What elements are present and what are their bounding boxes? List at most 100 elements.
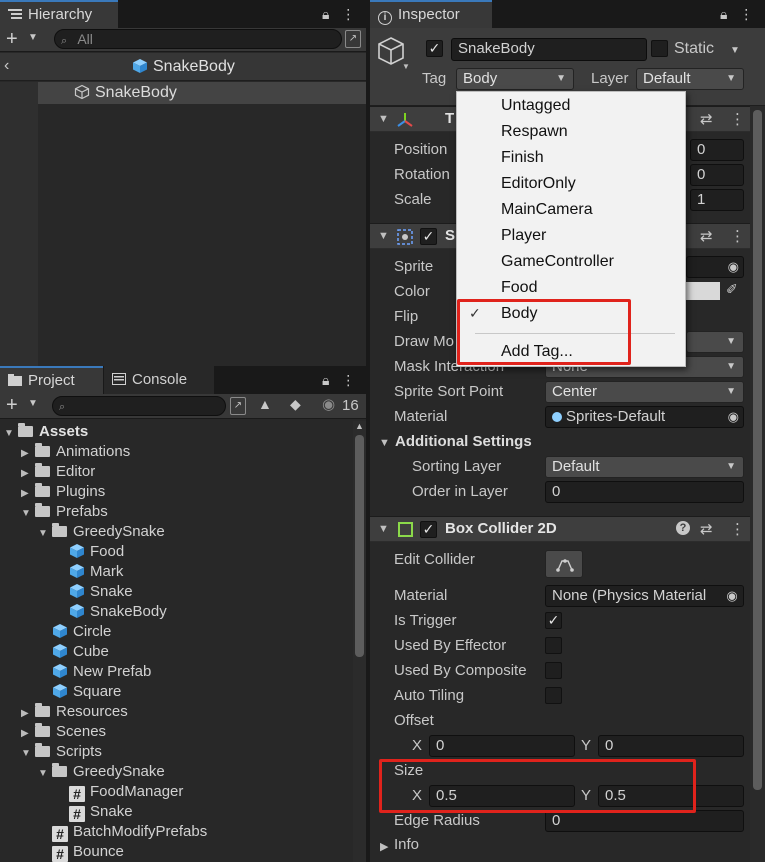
fold-right-icon[interactable]: ▶: [21, 464, 35, 484]
offset-x-field[interactable]: 0: [429, 735, 575, 757]
tag-option-item[interactable]: GameController: [501, 253, 614, 271]
project-folder-item[interactable]: ▼ Assets: [4, 422, 88, 442]
chevron-down-icon[interactable]: ▼: [28, 32, 38, 43]
is-trigger-checkbox[interactable]: ✓: [545, 612, 562, 629]
tag-option-item[interactable]: Finish: [501, 149, 544, 167]
tab-hierarchy[interactable]: Hierarchy: [0, 0, 118, 28]
fold-right-icon[interactable]: ▶: [21, 484, 35, 504]
info-label[interactable]: Info: [394, 836, 419, 853]
object-picker-icon[interactable]: ◉: [728, 257, 739, 277]
sprite-field[interactable]: ◉: [686, 256, 744, 278]
fold-down-icon[interactable]: ▼: [378, 523, 389, 535]
tab-inspector[interactable]: i Inspector: [370, 0, 492, 28]
project-folder-item[interactable]: ▶ Animations: [21, 442, 130, 462]
lock-icon[interactable]: 🔒︎: [322, 372, 329, 388]
material-field[interactable]: Sprites-Default ◉: [545, 406, 744, 428]
object-picker-icon[interactable]: ◉: [728, 407, 739, 427]
project-prefab-item[interactable]: Mark: [69, 562, 123, 582]
fold-right-icon[interactable]: ▶: [380, 840, 388, 853]
sprite-renderer-enabled-checkbox[interactable]: ✓: [420, 228, 437, 245]
add-icon[interactable]: +: [6, 394, 18, 416]
project-prefab-item[interactable]: New Prefab: [52, 662, 151, 682]
tab-console[interactable]: Console: [104, 366, 214, 394]
more-icon[interactable]: ⋮: [730, 520, 745, 538]
tag-option-item[interactable]: MainCamera: [501, 201, 593, 219]
more-icon[interactable]: ⋮: [730, 110, 745, 128]
project-prefab-item[interactable]: Circle: [52, 622, 111, 642]
object-picker-icon[interactable]: ◉: [721, 586, 743, 606]
project-folder-item[interactable]: ▼ Prefabs: [21, 502, 108, 522]
fold-right-icon[interactable]: ▶: [21, 704, 35, 724]
tag-option-item[interactable]: EditorOnly: [501, 175, 576, 193]
object-name-field[interactable]: SnakeBody: [451, 38, 647, 61]
color-swatch[interactable]: [686, 282, 720, 300]
fold-down-icon[interactable]: ▼: [38, 524, 52, 544]
more-icon[interactable]: ⋮: [341, 6, 355, 22]
active-checkbox[interactable]: ✓: [426, 40, 443, 57]
fold-down-icon[interactable]: ▼: [378, 113, 389, 125]
box-collider-enabled-checkbox[interactable]: ✓: [420, 521, 437, 538]
project-folder-item[interactable]: ▼ Scripts: [21, 742, 102, 762]
rotation-z-field[interactable]: 0: [690, 164, 744, 186]
project-scroll-thumb[interactable]: [355, 435, 364, 657]
project-scrollbar[interactable]: ▲: [353, 421, 366, 862]
chevron-down-icon[interactable]: ▼: [730, 45, 740, 56]
project-prefab-item[interactable]: Cube: [52, 642, 109, 662]
tag-option-item[interactable]: Food: [501, 279, 537, 297]
tag-option-item[interactable]: Player: [501, 227, 546, 245]
fold-right-icon[interactable]: ▶: [21, 444, 35, 464]
fold-right-icon[interactable]: ▶: [21, 724, 35, 744]
sorting-layer-dropdown[interactable]: Default ▼: [545, 456, 744, 478]
used-by-composite-checkbox[interactable]: [545, 662, 562, 679]
search-options-icon[interactable]: ↗: [230, 397, 246, 415]
project-prefab-item[interactable]: Snake: [69, 582, 133, 602]
project-folder-item[interactable]: ▶ Scenes: [21, 722, 106, 742]
more-icon[interactable]: ⋮: [739, 6, 753, 22]
project-script-item[interactable]: # BatchModifyPrefabs: [52, 822, 207, 842]
presets-icon[interactable]: ⇄: [700, 520, 713, 538]
layer-dropdown[interactable]: Default ▼: [636, 68, 744, 90]
project-folder-item[interactable]: ▶ Editor: [21, 462, 95, 482]
edit-collider-button[interactable]: [545, 550, 583, 578]
fold-down-icon[interactable]: ▼: [4, 424, 18, 444]
chevron-down-icon[interactable]: ▼: [28, 398, 38, 409]
tag-option-item[interactable]: Untagged: [501, 97, 570, 115]
position-z-field[interactable]: 0: [690, 139, 744, 161]
fold-down-icon[interactable]: ▼: [378, 230, 389, 242]
add-icon[interactable]: +: [6, 28, 18, 50]
edge-radius-field[interactable]: 0: [545, 810, 744, 832]
offset-y-field[interactable]: 0: [598, 735, 744, 757]
box-collider-header[interactable]: ▼ ✓ Box Collider 2D ? ⇄ ⋮: [370, 516, 765, 542]
project-folder-item[interactable]: ▶ Plugins: [21, 482, 105, 502]
more-icon[interactable]: ⋮: [341, 372, 355, 388]
more-icon[interactable]: ⋮: [730, 227, 745, 245]
tab-project[interactable]: Project: [0, 366, 103, 394]
inspector-scroll-thumb[interactable]: [753, 110, 762, 790]
project-folder-item[interactable]: ▼ GreedySnake: [38, 762, 165, 782]
tag-dropdown[interactable]: Body ▼: [456, 68, 574, 90]
visibility-eye-icon[interactable]: ◉: [322, 395, 335, 413]
fold-down-icon[interactable]: ▼: [21, 744, 35, 764]
scroll-up-icon[interactable]: ▲: [355, 421, 364, 431]
hierarchy-row-snakebody[interactable]: SnakeBody: [38, 82, 366, 104]
chevron-down-icon[interactable]: ▼: [402, 62, 410, 71]
presets-icon[interactable]: ⇄: [700, 110, 713, 128]
project-folder-item[interactable]: ▼ GreedySnake: [38, 522, 165, 542]
draw-mode-dropdown[interactable]: ▼: [686, 331, 744, 353]
auto-tiling-checkbox[interactable]: [545, 687, 562, 704]
filter-type-icon[interactable]: ▲: [258, 396, 272, 412]
label-tag-icon[interactable]: ◆: [290, 396, 301, 413]
sprite-sort-point-dropdown[interactable]: Center ▼: [545, 381, 744, 403]
scale-z-field[interactable]: 1: [690, 189, 744, 211]
fold-down-icon[interactable]: ▼: [21, 504, 35, 524]
back-icon[interactable]: ‹: [4, 57, 9, 75]
project-search-field[interactable]: ⌕: [52, 396, 226, 416]
order-in-layer-field[interactable]: 0: [545, 481, 744, 503]
fold-down-icon[interactable]: ▼: [379, 437, 390, 449]
project-script-item[interactable]: # FoodManager: [69, 782, 183, 802]
presets-icon[interactable]: ⇄: [700, 227, 713, 245]
inspector-scrollbar[interactable]: [750, 106, 765, 862]
collider-material-field[interactable]: None (Physics Material ◉: [545, 585, 744, 607]
project-folder-item[interactable]: ▶ Resources: [21, 702, 128, 722]
project-script-item[interactable]: # Bounce: [52, 842, 124, 862]
